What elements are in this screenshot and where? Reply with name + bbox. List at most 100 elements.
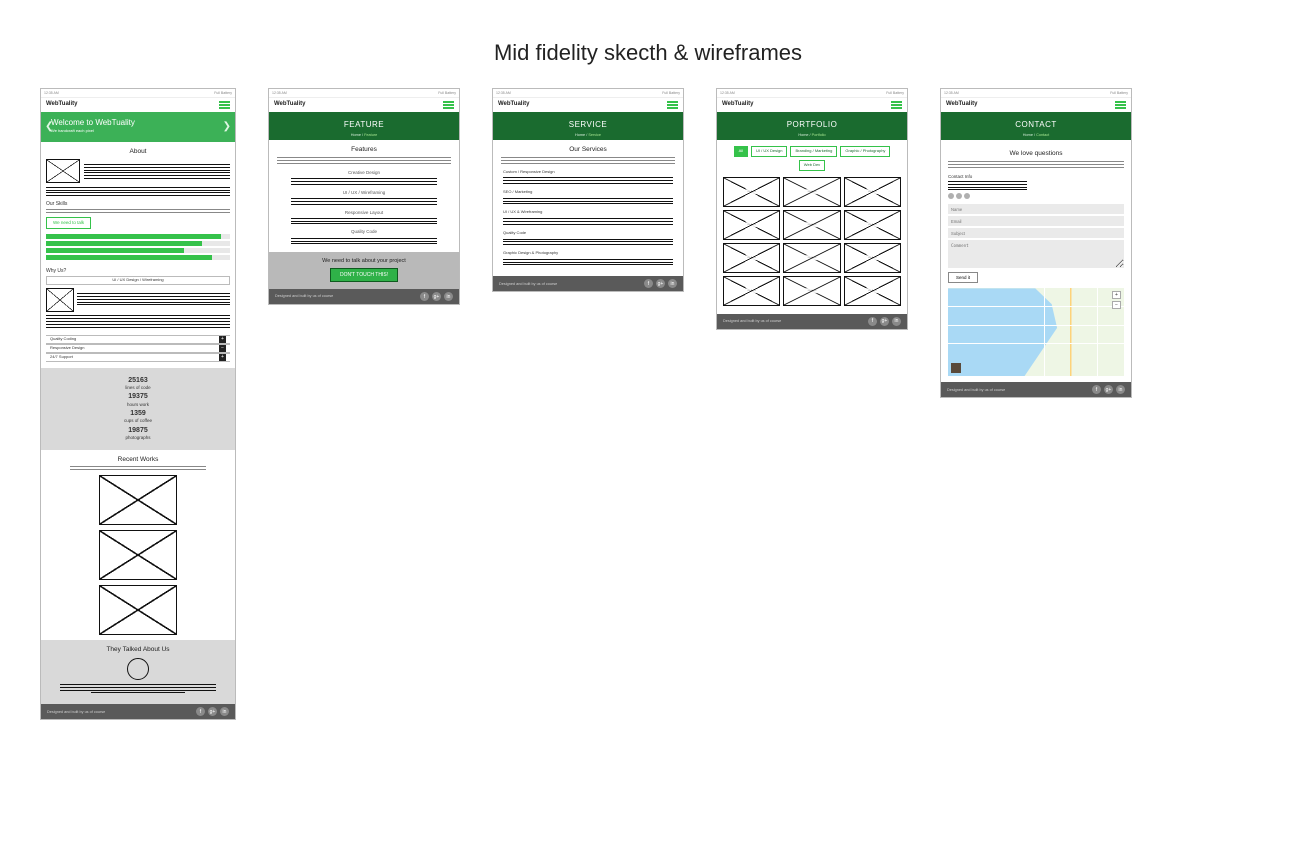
gplus-icon[interactable]: g+ xyxy=(1104,385,1113,394)
menu-icon[interactable] xyxy=(667,101,678,109)
hero-headline: Welcome to WebTuality xyxy=(51,118,225,128)
linkedin-icon[interactable] xyxy=(964,193,970,199)
name-field[interactable] xyxy=(948,204,1124,214)
service-item-5: Graphic Design & Photography xyxy=(503,251,673,256)
portfolio-thumb[interactable]: — • — xyxy=(723,210,780,240)
facebook-icon[interactable]: f xyxy=(196,707,205,716)
brand-bar: WebTuality xyxy=(941,98,1131,112)
gplus-icon[interactable] xyxy=(956,193,962,199)
contact-info-heading: Contact Info xyxy=(948,174,1124,179)
status-bar: 12:35 AMFull Battery xyxy=(717,89,907,98)
breadcrumb: Home / Portfolio xyxy=(717,133,907,138)
send-button[interactable]: Send it xyxy=(948,272,978,283)
hero-prev-icon[interactable]: ❮ xyxy=(45,121,53,133)
footer-text: Designed and built by us of course xyxy=(47,710,105,715)
menu-icon[interactable] xyxy=(891,101,902,109)
menu-icon[interactable] xyxy=(219,101,230,109)
stats-block: 25163lines of code 19375hours work 1359c… xyxy=(41,368,235,450)
page-title: Mid fidelity skecth & wireframes xyxy=(0,0,1296,88)
filter-branding[interactable]: Branding / Marketing xyxy=(790,146,837,157)
linkedin-icon[interactable]: in xyxy=(892,317,901,326)
status-bar: 12:35 AMFull Battery xyxy=(269,89,459,98)
service-item-3-text xyxy=(503,218,673,225)
stat-2-label: hours work xyxy=(41,402,235,407)
portfolio-thumb[interactable]: — • — xyxy=(723,243,780,273)
portfolio-thumb[interactable]: — • — xyxy=(844,276,901,306)
accordion-item-2[interactable]: Responsive Design− xyxy=(46,344,230,353)
portfolio-thumb[interactable]: — • — xyxy=(783,276,840,306)
facebook-icon[interactable]: f xyxy=(644,279,653,288)
features-heading: Features xyxy=(269,146,459,154)
minus-icon: − xyxy=(219,345,226,352)
frame-service: 12:35 AMFull Battery WebTuality SERVICE … xyxy=(492,88,684,292)
talk-button[interactable]: We need to talk xyxy=(46,217,91,229)
facebook-icon[interactable] xyxy=(948,193,954,199)
facebook-icon[interactable]: f xyxy=(420,292,429,301)
portfolio-thumb[interactable]: — • — xyxy=(723,276,780,306)
recent-heading: Recent Works xyxy=(41,456,235,464)
map-zoom-out-icon[interactable]: − xyxy=(1112,301,1121,309)
filter-webdev[interactable]: Web Dev xyxy=(799,160,825,171)
logo[interactable]: WebTuality xyxy=(498,101,529,108)
filter-all[interactable]: All xyxy=(734,146,748,157)
portfolio-thumb[interactable]: — • — xyxy=(844,177,901,207)
page-header: CONTACT Home / Contact xyxy=(941,112,1131,140)
hero-sub: We handcraft each pixel xyxy=(51,129,225,134)
portfolio-thumb[interactable]: — • — xyxy=(783,243,840,273)
why-tab-active[interactable]: UI / UX Design / Wireframing xyxy=(46,276,230,285)
facebook-icon[interactable]: f xyxy=(868,317,877,326)
portfolio-thumb[interactable]: — • — xyxy=(783,210,840,240)
work-thumb-2[interactable] xyxy=(99,530,177,580)
status-bar: 12:35 AM Full Battery xyxy=(41,89,235,98)
map-zoom-in-icon[interactable]: + xyxy=(1112,291,1121,299)
gplus-icon[interactable]: g+ xyxy=(656,279,665,288)
stat-3-num: 1359 xyxy=(41,410,235,418)
logo[interactable]: WebTuality xyxy=(46,101,77,108)
logo[interactable]: WebTuality xyxy=(946,101,977,108)
facebook-icon[interactable]: f xyxy=(1092,385,1101,394)
accordion-item-1[interactable]: Quality Coding+ xyxy=(46,335,230,344)
linkedin-icon[interactable]: in xyxy=(1116,385,1125,394)
about-text-2 xyxy=(46,187,230,196)
gplus-icon[interactable]: g+ xyxy=(208,707,217,716)
gplus-icon[interactable]: g+ xyxy=(432,292,441,301)
linkedin-icon[interactable]: in xyxy=(220,707,229,716)
cta-button[interactable]: DON'T TOUCH THIS! xyxy=(330,268,398,282)
hero-next-icon[interactable]: ❯ xyxy=(223,121,231,133)
work-thumb-3[interactable] xyxy=(99,585,177,635)
linkedin-icon[interactable]: in xyxy=(668,279,677,288)
footer: Designed and built by us of course fg+in xyxy=(941,382,1131,397)
gplus-icon[interactable]: g+ xyxy=(880,317,889,326)
status-bar: 12:35 AMFull Battery xyxy=(941,89,1131,98)
service-item-4: Quality Code xyxy=(503,231,673,236)
subject-field[interactable] xyxy=(948,228,1124,238)
portfolio-thumb[interactable]: — • — xyxy=(844,210,901,240)
brand-bar: WebTuality xyxy=(717,98,907,112)
linkedin-icon[interactable]: in xyxy=(444,292,453,301)
menu-icon[interactable] xyxy=(443,101,454,109)
filter-graphic[interactable]: Graphic / Photography xyxy=(840,146,890,157)
filter-uiux[interactable]: UI / UX Design xyxy=(751,146,787,157)
logo[interactable]: WebTuality xyxy=(722,101,753,108)
service-item-3: UI / UX & Wireframing xyxy=(503,210,673,215)
portfolio-thumb[interactable]: — • — xyxy=(783,177,840,207)
contact-socials xyxy=(948,193,1124,199)
comment-field[interactable] xyxy=(948,240,1124,268)
work-thumb-1[interactable] xyxy=(99,475,177,525)
portfolio-thumb[interactable]: — • — xyxy=(723,177,780,207)
breadcrumb: Home / Feature xyxy=(269,133,459,138)
menu-icon[interactable] xyxy=(1115,101,1126,109)
about-text xyxy=(84,162,230,181)
footer-text: Designed and built by us of course xyxy=(947,388,1005,393)
footer: Designed and built by us of course fg+in xyxy=(493,276,683,291)
accordion-item-3[interactable]: 24/7 Support+ xyxy=(46,353,230,362)
map[interactable]: + − xyxy=(948,288,1124,376)
frame-contact: 12:35 AMFull Battery WebTuality CONTACT … xyxy=(940,88,1132,398)
recent-intro xyxy=(70,466,206,470)
stat-3-label: cups of coffee xyxy=(41,418,235,423)
logo[interactable]: WebTuality xyxy=(274,101,305,108)
feature-item-3-text xyxy=(291,218,437,225)
email-field[interactable] xyxy=(948,216,1124,226)
portfolio-thumb[interactable]: — • — xyxy=(844,243,901,273)
skill-bar-1 xyxy=(46,234,221,239)
